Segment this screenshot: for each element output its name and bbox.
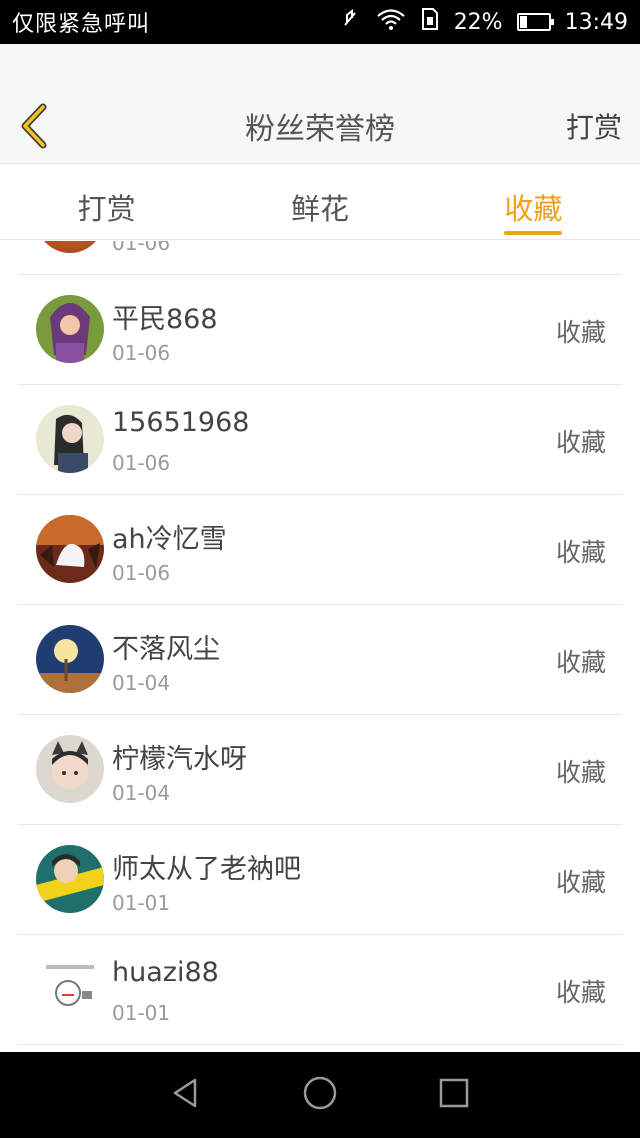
system-nav-bar: [0, 1052, 640, 1138]
list-item[interactable]: 15651968 01-06 收藏: [18, 385, 622, 495]
item-action: 收藏: [555, 648, 606, 677]
tab-label: 收藏: [504, 192, 563, 226]
reward-button[interactable]: 打赏: [566, 106, 622, 146]
tab-label: 鲜花: [290, 192, 349, 226]
list-item[interactable]: 柠檬汽水呀 01-04 收藏: [18, 715, 622, 825]
tab-label: 打赏: [77, 192, 136, 226]
tab-flowers[interactable]: 鲜花: [213, 164, 426, 239]
carrier-text: 仅限紧急呼叫: [12, 12, 151, 37]
item-name: huazi88: [112, 957, 219, 988]
avatar: [36, 241, 104, 253]
item-action: 收藏: [555, 428, 606, 457]
mute-icon: [338, 7, 362, 37]
tab-bar: 打赏 鲜花 收藏: [0, 164, 640, 240]
recents-square-icon[interactable]: [437, 1076, 471, 1114]
list-item[interactable]: ah冷忆雪 01-06 收藏: [18, 495, 622, 605]
avatar: [36, 735, 104, 803]
item-name: ah冷忆雪: [112, 524, 227, 555]
item-date: 01-06: [112, 341, 171, 365]
item-action: 收藏: [555, 868, 606, 897]
item-name: 平民868: [112, 304, 218, 335]
item-date: 01-06: [112, 451, 171, 475]
item-date: 01-01: [112, 891, 171, 915]
item-name: 不落风尘: [112, 634, 220, 665]
list-item[interactable]: huazi88 01-01 收藏: [18, 935, 622, 1045]
avatar: [36, 845, 104, 913]
item-name: 柠檬汽水呀: [112, 744, 247, 775]
tab-reward[interactable]: 打赏: [0, 164, 213, 239]
fan-list[interactable]: 01-06 平民868 01-06 收藏 15651968 01-06 收藏 a…: [0, 241, 640, 1052]
active-tab-indicator: [504, 231, 563, 235]
battery-icon: [516, 13, 554, 31]
item-date: 01-01: [112, 1001, 171, 1025]
item-action: 收藏: [555, 538, 606, 567]
sim-icon: [420, 7, 440, 37]
page-title: 粉丝荣誉榜: [245, 112, 395, 147]
avatar: [36, 405, 104, 473]
app-header: 粉丝荣誉榜 打赏: [0, 44, 640, 164]
item-action: 收藏: [555, 318, 606, 347]
battery-fill: [519, 16, 527, 28]
avatar: [36, 955, 104, 1023]
item-name: 15651968: [112, 407, 250, 438]
status-bar: 仅限紧急呼叫 22% 13:49: [0, 0, 640, 44]
status-icons: 22% 13:49: [338, 7, 628, 37]
avatar: [36, 625, 104, 693]
clock: 13:49: [564, 9, 628, 35]
item-action: 收藏: [555, 978, 606, 1007]
back-triangle-icon[interactable]: [169, 1076, 203, 1114]
item-date: 01-06: [112, 561, 171, 585]
home-circle-icon[interactable]: [301, 1074, 339, 1116]
wifi-icon: [376, 7, 406, 37]
battery-percent: 22%: [453, 9, 503, 35]
avatar: [36, 515, 104, 583]
list-item[interactable]: 师太从了老衲吧 01-01 收藏: [18, 825, 622, 935]
tab-favorites[interactable]: 收藏: [427, 164, 640, 239]
item-action: 收藏: [555, 758, 606, 787]
list-item[interactable]: 不落风尘 01-04 收藏: [18, 605, 622, 715]
list-item[interactable]: 平民868 01-06 收藏: [18, 275, 622, 385]
item-name: 师太从了老衲吧: [112, 854, 301, 885]
list-item[interactable]: 01-06: [18, 241, 622, 275]
avatar: [36, 295, 104, 363]
item-date: 01-04: [112, 671, 171, 695]
item-date: 01-06: [112, 241, 171, 255]
item-date: 01-04: [112, 781, 171, 805]
